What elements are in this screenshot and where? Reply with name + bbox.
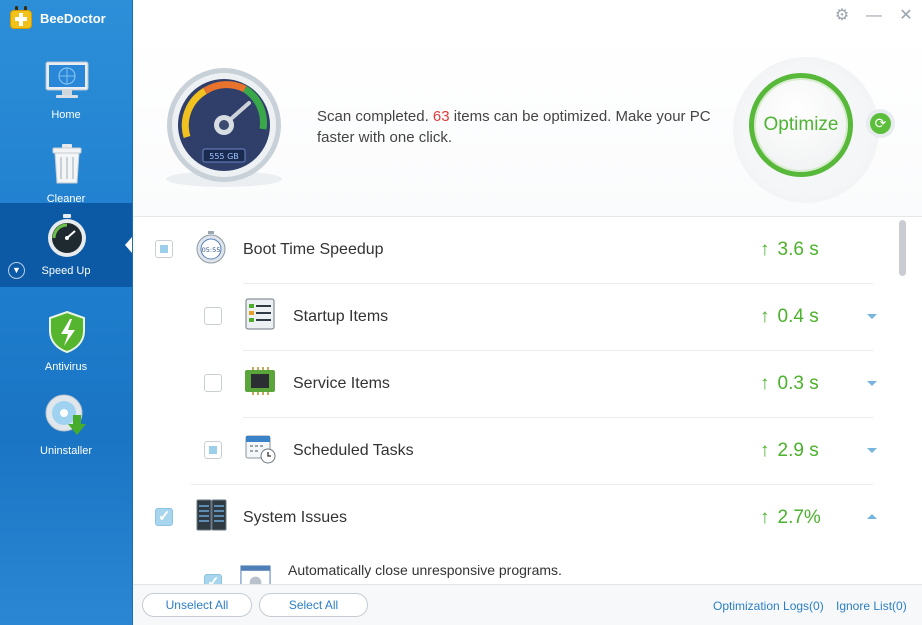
sidebar-item-uninstaller[interactable]: Uninstaller — [0, 383, 132, 467]
svg-text:05:55: 05:55 — [202, 246, 221, 254]
list-item[interactable]: Scheduled Tasks ↑ 2.9 s — [133, 418, 893, 485]
row-label: Service Items — [293, 375, 390, 392]
list-item[interactable]: Startup Items ↑ 0.4 s — [133, 284, 893, 351]
collapse-caret-icon[interactable] — [867, 514, 877, 519]
startup-items-checkbox[interactable] — [204, 307, 222, 325]
optimize-button[interactable]: Optimize — [749, 73, 853, 177]
close-icon[interactable]: ✕ — [898, 7, 914, 25]
row-label: Scheduled Tasks — [293, 442, 414, 459]
bee-logo-icon — [8, 6, 34, 30]
row-value: ↑ 2.7% — [760, 507, 821, 528]
optimizable-count: 63 — [432, 108, 450, 125]
refresh-icon: ⟳ — [870, 113, 891, 134]
expand-caret-icon[interactable] — [867, 314, 877, 319]
row-label: Startup Items — [293, 308, 389, 325]
row-label: System Issues — [243, 509, 348, 526]
stopwatch-icon — [48, 214, 86, 257]
rescan-button[interactable]: ⟳ — [866, 109, 895, 138]
server-icon — [196, 499, 227, 531]
row-value: ↑ 0.4 s — [760, 306, 819, 327]
sidebar-item-label: Antivirus — [44, 361, 88, 373]
disc-download-icon — [45, 394, 86, 435]
expand-caret-icon[interactable] — [867, 381, 877, 386]
sidebar-item-antivirus[interactable]: Antivirus — [0, 299, 132, 383]
footer-bar: Unselect All Select All Optimization Log… — [133, 584, 922, 625]
optimization-list: 05:55 Boot Time Speedup ↑ 3.6 s Startup I… — [133, 216, 922, 584]
arrow-up-icon: ↑ — [760, 507, 770, 528]
list-item[interactable]: System Issues ↑2.7% — [133, 485, 893, 552]
scheduled-tasks-checkbox[interactable] — [204, 441, 222, 459]
gauge-readout: 555 GB — [209, 152, 239, 161]
auto-close-checkbox[interactable] — [204, 573, 222, 584]
scan-prefix: Scan completed. — [317, 108, 429, 125]
trash-icon — [52, 144, 82, 184]
sidebar: BeeDoctor Home Cleaner Speed Up ▼ Antivi… — [0, 0, 133, 625]
app-name: BeeDoctor — [40, 10, 106, 26]
sidebar-item-home[interactable]: Home — [0, 47, 132, 131]
select-all-button[interactable]: Select All — [259, 593, 368, 617]
list-item[interactable]: Service Items ↑ 0.3 s — [133, 351, 893, 418]
monitor-icon — [45, 61, 89, 98]
scan-summary-header: 555 GB Scan completed. 63 items can be o… — [133, 32, 922, 216]
stopwatch-boot-icon: 05:55 — [196, 231, 226, 264]
optimize-ring: Optimize ⟳ — [733, 57, 895, 203]
arrow-up-icon: ↑ — [760, 440, 770, 461]
arrow-up-icon: ↑ — [760, 373, 770, 394]
sidebar-item-label: Uninstaller — [40, 445, 92, 457]
optimization-logs-link[interactable]: Optimization Logs(0) — [713, 599, 824, 613]
shield-lightning-icon — [49, 310, 85, 354]
arrow-up-icon: ↑ — [760, 239, 770, 260]
list-item[interactable]: 05:55 Boot Time Speedup ↑ 3.6 s — [133, 217, 893, 284]
row-value: ↑ 3.6 s — [760, 239, 819, 260]
gear-icon[interactable]: ⚙ — [834, 7, 850, 25]
minimize-icon[interactable]: — — [866, 7, 882, 25]
sub-item-label: Automatically close unresponsive program… — [288, 562, 562, 578]
list-item[interactable]: Automatically close unresponsive program… — [133, 552, 893, 584]
scan-status-text: Scan completed. 63 items can be optimize… — [317, 106, 737, 148]
list-scrollbar[interactable] — [899, 220, 906, 276]
brand: BeeDoctor — [8, 6, 106, 30]
row-label: Boot Time Speedup — [243, 241, 384, 258]
row-value: ↑ 2.9 s — [760, 440, 819, 461]
sidebar-item-label: Home — [51, 109, 81, 121]
row-value: ↑ 0.3 s — [760, 373, 819, 394]
system-issues-checkbox[interactable] — [155, 507, 173, 526]
window-gear-icon — [240, 565, 271, 584]
chip-icon — [245, 367, 275, 395]
collapse-toggle-icon[interactable]: ▼ — [8, 262, 25, 279]
calendar-clock-icon — [245, 435, 276, 464]
speed-gauge-icon: 555 GB — [166, 68, 282, 187]
boot-time-checkbox[interactable] — [155, 240, 173, 258]
expand-caret-icon[interactable] — [867, 448, 877, 453]
unselect-all-button[interactable]: Unselect All — [142, 593, 252, 617]
checklist-icon — [245, 298, 275, 330]
window-controls: ⚙ — ✕ — [834, 7, 914, 25]
service-items-checkbox[interactable] — [204, 374, 222, 392]
ignore-list-link[interactable]: Ignore List(0) — [836, 599, 907, 613]
active-indicator — [125, 237, 132, 253]
arrow-up-icon: ↑ — [760, 306, 770, 327]
